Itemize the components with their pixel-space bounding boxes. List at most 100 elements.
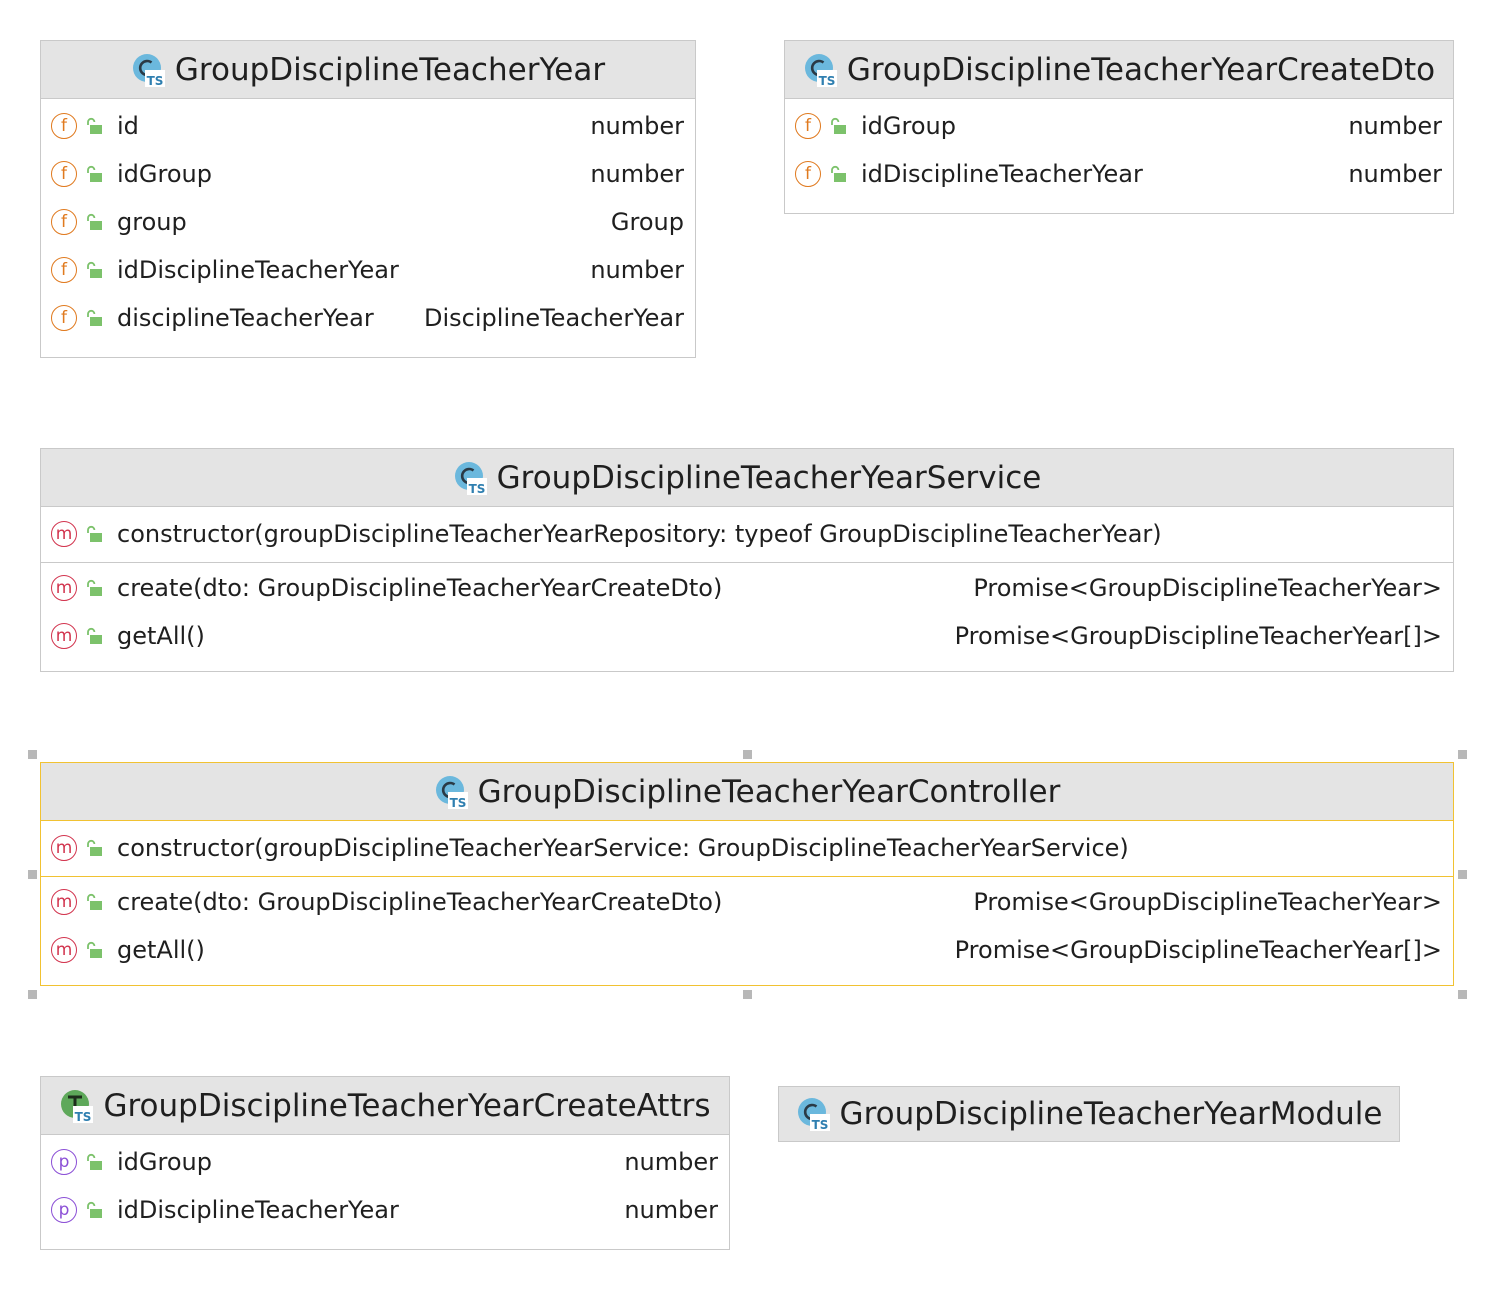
public-lock-icon (829, 165, 847, 183)
public-lock-icon (85, 261, 103, 279)
service-class-header[interactable]: GroupDisciplineTeacherYearService (41, 449, 1453, 507)
constructor-signature: constructor(groupDisciplineTeacherYearRe… (117, 520, 1162, 548)
class-title: GroupDisciplineTeacherYearController (477, 773, 1061, 810)
public-lock-icon (85, 579, 103, 597)
field-name: idDisciplineTeacherYear (117, 256, 399, 284)
selection-handle[interactable] (743, 990, 752, 999)
ts-class-icon (803, 53, 837, 87)
controller-class-header[interactable]: GroupDisciplineTeacherYearController (41, 763, 1453, 821)
method-row[interactable]: m getAll() Promise<GroupDisciplineTeache… (41, 926, 1453, 974)
public-lock-icon (85, 309, 103, 327)
field-row[interactable]: f id number (41, 102, 695, 150)
field-badge-icon: f (795, 161, 821, 187)
property-row[interactable]: p idGroup number (41, 1138, 729, 1186)
field-row[interactable]: f idGroup number (41, 150, 695, 198)
method-row[interactable]: m create(dto: GroupDisciplineTeacherYear… (41, 878, 1453, 926)
field-name: id (117, 112, 139, 140)
public-lock-icon (85, 839, 103, 857)
selection-handle[interactable] (28, 750, 37, 759)
class-title: GroupDisciplineTeacherYearService (496, 459, 1042, 496)
method-badge-icon: m (51, 835, 77, 861)
public-lock-icon (85, 117, 103, 135)
method-return-type: Promise<GroupDisciplineTeacherYear[]> (954, 936, 1442, 964)
entity-class-box[interactable]: GroupDisciplineTeacherYear f id number f… (40, 40, 696, 358)
method-badge-icon: m (51, 575, 77, 601)
field-row[interactable]: f idDisciplineTeacherYear number (41, 246, 695, 294)
field-type: DisciplineTeacherYear (424, 304, 684, 332)
public-lock-icon (85, 893, 103, 911)
field-badge-icon: f (51, 305, 77, 331)
class-title: GroupDisciplineTeacherYearCreateDto (846, 51, 1436, 88)
ts-class-icon (453, 461, 487, 495)
entity-class-header[interactable]: GroupDisciplineTeacherYear (41, 41, 695, 99)
selection-handle[interactable] (1458, 750, 1467, 759)
public-lock-icon (85, 1201, 103, 1219)
field-badge-icon: f (51, 209, 77, 235)
create-attrs-interface-box[interactable]: GroupDisciplineTeacherYearCreateAttrs p … (40, 1076, 730, 1250)
method-badge-icon: m (51, 937, 77, 963)
public-lock-icon (85, 941, 103, 959)
field-type: Group (610, 208, 684, 236)
constructor-row[interactable]: m constructor(groupDisciplineTeacherYear… (41, 510, 1453, 558)
method-signature: getAll() (117, 622, 205, 650)
field-type: number (1348, 160, 1442, 188)
ts-interface-icon (59, 1089, 93, 1123)
property-type: number (624, 1148, 718, 1176)
ts-class-icon (796, 1097, 830, 1131)
selection-handle[interactable] (743, 750, 752, 759)
interface-title: GroupDisciplineTeacherYearCreateAttrs (103, 1087, 711, 1124)
public-lock-icon (85, 627, 103, 645)
property-name: idGroup (117, 1148, 212, 1176)
selection-handle[interactable] (1458, 870, 1467, 879)
selection-handle[interactable] (28, 990, 37, 999)
field-name: idDisciplineTeacherYear (861, 160, 1143, 188)
field-name: group (117, 208, 187, 236)
field-type: number (590, 160, 684, 188)
field-badge-icon: f (51, 257, 77, 283)
module-class-box[interactable]: GroupDisciplineTeacherYearModule (778, 1086, 1400, 1142)
method-badge-icon: m (51, 521, 77, 547)
method-return-type: Promise<GroupDisciplineTeacherYear> (973, 888, 1442, 916)
controller-class-box[interactable]: GroupDisciplineTeacherYearController m c… (40, 762, 1454, 986)
field-badge-icon: f (51, 161, 77, 187)
property-name: idDisciplineTeacherYear (117, 1196, 399, 1224)
field-type: number (590, 112, 684, 140)
module-class-header[interactable]: GroupDisciplineTeacherYearModule (779, 1087, 1399, 1141)
field-type: number (1348, 112, 1442, 140)
create-attrs-interface-header[interactable]: GroupDisciplineTeacherYearCreateAttrs (41, 1077, 729, 1135)
selection-handle[interactable] (28, 870, 37, 879)
property-type: number (624, 1196, 718, 1224)
method-badge-icon: m (51, 623, 77, 649)
selection-handle[interactable] (1458, 990, 1467, 999)
method-row[interactable]: m getAll() Promise<GroupDisciplineTeache… (41, 612, 1453, 660)
property-row[interactable]: p idDisciplineTeacherYear number (41, 1186, 729, 1234)
class-title: GroupDisciplineTeacherYearModule (839, 1096, 1383, 1132)
field-name: idGroup (861, 112, 956, 140)
public-lock-icon (85, 213, 103, 231)
field-row[interactable]: f disciplineTeacherYear DisciplineTeache… (41, 294, 695, 342)
property-badge-icon: p (51, 1197, 77, 1223)
method-badge-icon: m (51, 889, 77, 915)
constructor-row[interactable]: m constructor(groupDisciplineTeacherYear… (41, 824, 1453, 872)
method-return-type: Promise<GroupDisciplineTeacherYear[]> (954, 622, 1442, 650)
method-signature: create(dto: GroupDisciplineTeacherYearCr… (117, 574, 723, 602)
field-badge-icon: f (51, 113, 77, 139)
public-lock-icon (85, 165, 103, 183)
method-signature: getAll() (117, 936, 205, 964)
create-dto-class-header[interactable]: GroupDisciplineTeacherYearCreateDto (785, 41, 1453, 99)
method-return-type: Promise<GroupDisciplineTeacherYear> (973, 574, 1442, 602)
ts-class-icon (434, 775, 468, 809)
field-name: idGroup (117, 160, 212, 188)
method-row[interactable]: m create(dto: GroupDisciplineTeacherYear… (41, 564, 1453, 612)
public-lock-icon (829, 117, 847, 135)
create-dto-class-box[interactable]: GroupDisciplineTeacherYearCreateDto f id… (784, 40, 1454, 214)
public-lock-icon (85, 525, 103, 543)
service-class-box[interactable]: GroupDisciplineTeacherYearService m cons… (40, 448, 1454, 672)
field-row[interactable]: f idGroup number (785, 102, 1453, 150)
field-row[interactable]: f idDisciplineTeacherYear number (785, 150, 1453, 198)
class-title: GroupDisciplineTeacherYear (174, 51, 606, 88)
property-badge-icon: p (51, 1149, 77, 1175)
constructor-signature: constructor(groupDisciplineTeacherYearSe… (117, 834, 1129, 862)
field-row[interactable]: f group Group (41, 198, 695, 246)
field-name: disciplineTeacherYear (117, 304, 374, 332)
